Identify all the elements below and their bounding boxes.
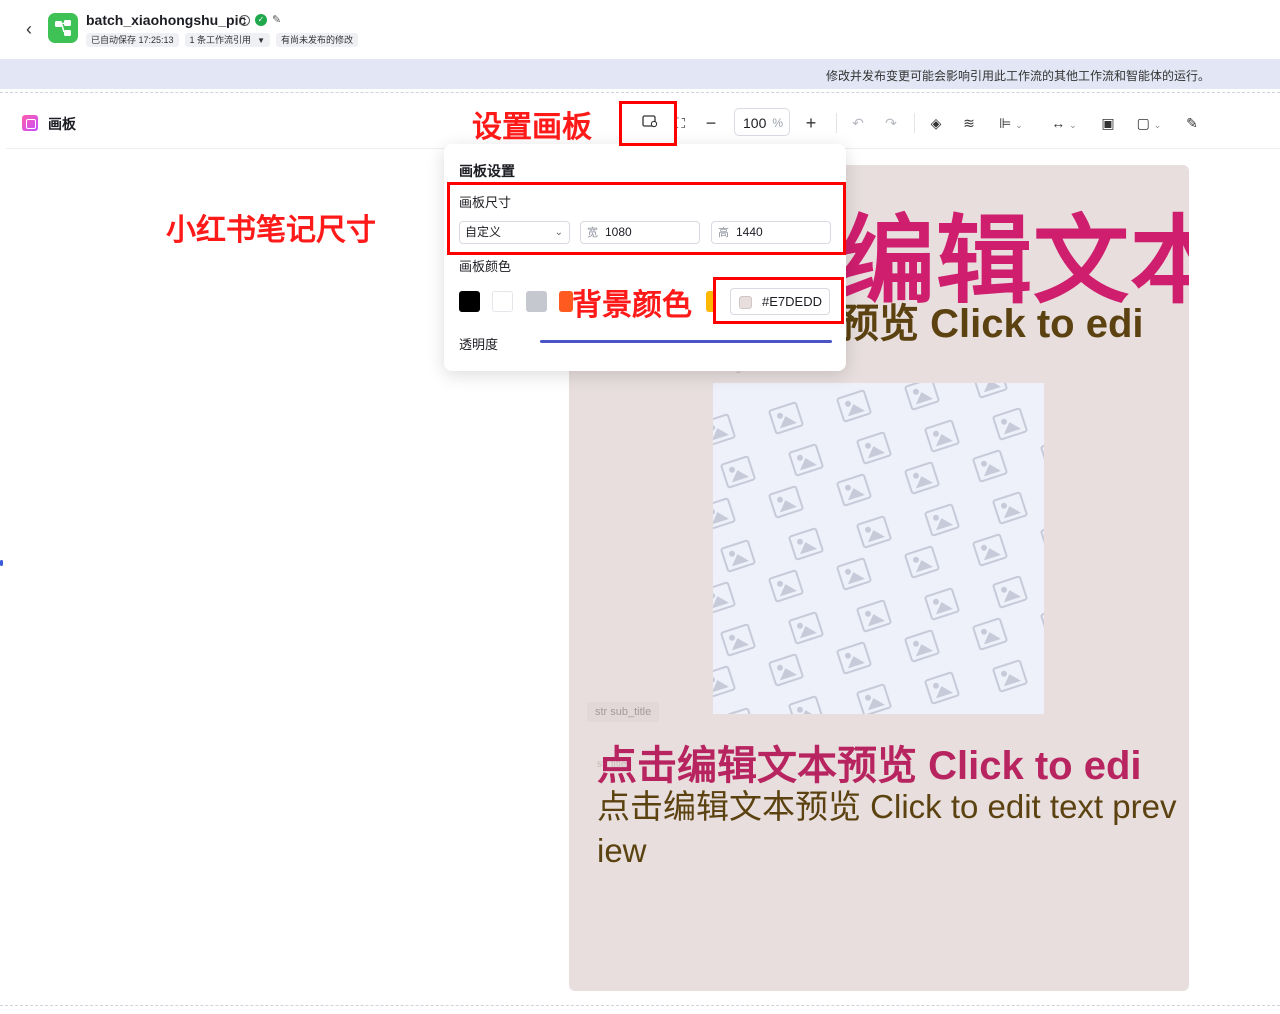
- swatch-gray[interactable]: [526, 291, 547, 312]
- image-placeholder-icon: [971, 449, 1009, 483]
- annotation-bg-color: 背景颜色: [572, 288, 692, 323]
- image-placeholder-icon: [991, 491, 1029, 525]
- image-placeholder-icon: [767, 485, 805, 519]
- side-handle[interactable]: [0, 560, 3, 566]
- image-placeholder-icon: [835, 473, 873, 507]
- image-placeholder-icon: [971, 383, 1009, 399]
- image-placeholder-icon: [719, 623, 757, 657]
- body-text-element[interactable]: 点击编辑文本预览 Click to edit text preview: [597, 785, 1177, 873]
- subtitle-text-element[interactable]: 点击编辑文本预览 Click to edi: [597, 733, 1142, 791]
- image-placeholder-icon: [971, 533, 1009, 567]
- image-placeholder-icon: [787, 695, 825, 714]
- app-title: batch_xiaohongshu_pic: [86, 12, 247, 28]
- image-placeholder-icon: [923, 671, 961, 705]
- redo-icon[interactable]: ↷: [880, 111, 902, 135]
- image-placeholder-icon: [787, 611, 825, 645]
- popover-title: 画板设置: [459, 163, 515, 179]
- image-placeholder-icon: [713, 581, 737, 615]
- panel-divider: [0, 92, 1280, 96]
- notice-banner: 修改并发布变更可能会影响引用此工作流的其他工作流和智能体的运行。: [0, 59, 1280, 89]
- zoom-out-icon[interactable]: −: [700, 111, 722, 135]
- edit-icon[interactable]: ✎: [272, 14, 284, 26]
- image-placeholder-icon: [1039, 383, 1044, 387]
- canvas-settings-popover: 画板设置 画板尺寸 自定义 ⌄ 宽 1080 高 1440 画板颜色 #E7DE…: [444, 144, 846, 371]
- back-arrow-icon[interactable]: ‹: [18, 18, 40, 40]
- unpublished-badge: 有尚未发布的修改: [275, 33, 358, 47]
- image-icon[interactable]: ▣: [1097, 111, 1119, 135]
- image-placeholder-icon: [787, 527, 825, 561]
- caret-down-icon: ▼: [257, 36, 265, 45]
- image-placeholder-icon: [1039, 521, 1044, 555]
- annotation-set-canvas: 设置画板: [472, 110, 592, 145]
- opacity-slider[interactable]: [540, 340, 832, 343]
- annotation-box-color: [713, 277, 844, 324]
- image-placeholder-icon: [787, 443, 825, 477]
- bring-forward-icon[interactable]: ◈: [925, 111, 947, 135]
- image-placeholder-icon: [835, 389, 873, 423]
- workflow-app-icon: [48, 13, 78, 43]
- zoom-unit: %: [772, 116, 783, 130]
- swatch-black[interactable]: [459, 291, 480, 312]
- image-placeholder-icon: [1039, 605, 1044, 639]
- image-placeholder-icon: [767, 569, 805, 603]
- image-placeholder-icon: [903, 545, 941, 579]
- pen-icon[interactable]: ✎: [1181, 111, 1203, 135]
- zoom-input[interactable]: 100 %: [734, 108, 790, 136]
- image-placeholder-icon: [903, 461, 941, 495]
- image-placeholder-icon: [855, 683, 893, 714]
- subtitle-variable-tag: str sub_title: [587, 702, 660, 722]
- annotation-box-settings-button: [619, 101, 677, 146]
- image-placeholder-icon: [923, 587, 961, 621]
- zoom-value: 100: [743, 115, 767, 131]
- image-placeholder[interactable]: [713, 383, 1044, 714]
- distribute-dropdown-icon[interactable]: ↔ ⌄: [1044, 111, 1084, 135]
- workflow-refs-label: 1 条工作流引用: [189, 35, 252, 45]
- image-placeholder-icon: [713, 413, 737, 447]
- image-placeholder-icon: [855, 431, 893, 465]
- undo-icon[interactable]: ↶: [847, 111, 869, 135]
- image-placeholder-icon: [835, 641, 873, 675]
- image-placeholder-icon: [971, 617, 1009, 651]
- zoom-in-icon[interactable]: +: [800, 111, 822, 135]
- workflow-refs-dropdown[interactable]: 1 条工作流引用 ▼: [184, 33, 270, 47]
- align-left-dropdown-icon[interactable]: ⊫ ⌄: [992, 111, 1030, 135]
- toolbar-divider: [836, 113, 837, 133]
- annotation-box-size: [447, 182, 846, 255]
- color-label: 画板颜色: [459, 259, 512, 274]
- preview-text-element[interactable]: 预览 Click to edi: [839, 291, 1144, 349]
- image-placeholder-icon: [1039, 437, 1044, 471]
- top-bar: ‹ batch_xiaohongshu_pic i ✓ ✎ 已自动保存 17:2…: [0, 0, 1280, 58]
- image-placeholder-icon: [767, 653, 805, 687]
- image-placeholder-icon: [991, 659, 1029, 693]
- layers-icon[interactable]: ≋: [958, 111, 980, 135]
- image-placeholder-icon: [719, 455, 757, 489]
- image-placeholder-icon: [903, 629, 941, 663]
- image-placeholder-icon: [719, 539, 757, 573]
- image-placeholder-icon: [713, 665, 737, 699]
- swatch-orange[interactable]: [559, 291, 573, 312]
- image-placeholder-icon: [719, 707, 757, 714]
- image-placeholder-icon: [835, 557, 873, 591]
- image-placeholder-icon: [923, 419, 961, 453]
- image-placeholder-icon: [767, 401, 805, 435]
- shape-dropdown-icon[interactable]: ▢ ⌄: [1130, 111, 1168, 135]
- image-placeholder-icon: [855, 599, 893, 633]
- info-icon[interactable]: i: [239, 14, 250, 26]
- notice-text: 修改并发布变更可能会影响引用此工作流的其他工作流和智能体的运行。: [825, 69, 1210, 83]
- toolbar-divider: [914, 113, 915, 133]
- opacity-label: 透明度: [459, 337, 499, 352]
- check-icon: ✓: [255, 14, 267, 26]
- bottom-divider: [0, 1005, 1280, 1006]
- image-placeholder-icon: [903, 383, 941, 411]
- image-placeholder-icon: [923, 503, 961, 537]
- swatch-white[interactable]: [492, 291, 513, 312]
- image-placeholder-icon: [855, 515, 893, 549]
- image-placeholder-icon: [713, 497, 737, 531]
- image-placeholder-icon: [991, 407, 1029, 441]
- annotation-xhs-size: 小红书笔记尺寸: [166, 213, 376, 248]
- image-placeholder-icon: [991, 575, 1029, 609]
- autosave-badge: 已自动保存 17:25:13: [86, 33, 179, 47]
